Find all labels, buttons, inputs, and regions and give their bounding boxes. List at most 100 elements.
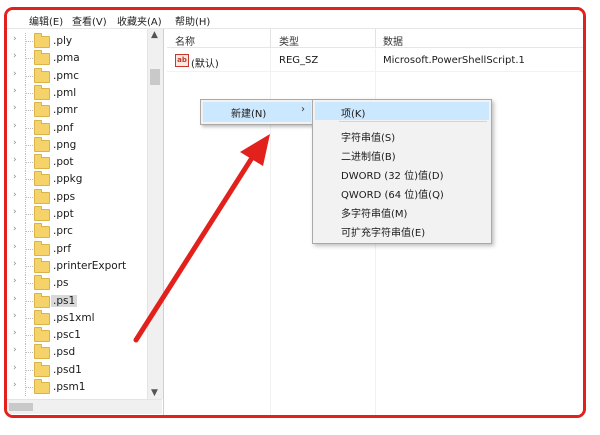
tree-item[interactable]: › .psc1 <box>7 327 147 345</box>
folder-icon <box>34 171 50 187</box>
value-type[interactable]: REG_SZ <box>279 55 318 66</box>
submenu-item-dword[interactable]: DWORD (32 位)值(D) <box>315 164 489 182</box>
expand-chevron-icon[interactable]: › <box>13 311 17 321</box>
scroll-thumb[interactable] <box>150 69 160 85</box>
tree-item[interactable]: › .psd <box>7 344 147 362</box>
tree-item[interactable]: › .printerExport <box>7 257 147 275</box>
tree-item[interactable]: › .prf <box>7 240 147 258</box>
scroll-down-icon[interactable]: ▼ <box>151 388 158 398</box>
tree-connector <box>25 162 33 164</box>
tree-item[interactable]: › .psm1 <box>7 379 147 396</box>
expand-chevron-icon[interactable]: › <box>13 276 17 286</box>
tree-item[interactable]: › .ply <box>7 33 147 50</box>
submenu-item-key[interactable]: 项(K) <box>315 102 489 120</box>
tree-connector <box>25 75 33 78</box>
scroll-up-icon[interactable]: ▲ <box>151 30 158 40</box>
tree-item[interactable]: › .pot <box>7 154 147 172</box>
tree-connector <box>25 248 33 251</box>
value-data[interactable]: Microsoft.PowerShellScript.1 <box>383 55 525 66</box>
expand-chevron-icon[interactable]: › <box>13 172 17 182</box>
column-divider[interactable] <box>375 29 376 47</box>
reg-string-icon: ab <box>175 54 189 67</box>
folder-icon <box>34 206 50 221</box>
expand-chevron-icon[interactable]: › <box>13 155 17 165</box>
tree-item[interactable]: › .ppkg <box>7 171 147 189</box>
tree-item-label: .pmc <box>53 69 80 82</box>
tree-item-label: .psm1 <box>53 381 86 393</box>
submenu-item-multi-string[interactable]: 多字符串值(M) <box>315 202 489 220</box>
folder-icon <box>34 292 50 308</box>
hscroll-thumb[interactable] <box>9 403 33 411</box>
header-divider <box>167 47 583 48</box>
folder-icon <box>34 154 50 170</box>
expand-chevron-icon[interactable]: › <box>13 138 17 148</box>
tree-item-label: .psd <box>53 346 76 359</box>
tree-item-label: .pps <box>53 190 76 203</box>
menu-view[interactable]: 查看(V) <box>72 13 107 28</box>
tree-item-label: .ply <box>53 35 73 47</box>
expand-chevron-icon[interactable]: › <box>13 363 17 373</box>
tree-connector <box>25 231 33 233</box>
tree-item[interactable]: › .pma <box>7 50 147 68</box>
submenu-item-binary[interactable]: 二进制值(B) <box>315 145 489 163</box>
tree-item[interactable]: › .ps <box>7 275 147 293</box>
folder-icon <box>34 188 50 204</box>
tree-item[interactable]: › .ppt <box>7 206 147 223</box>
tree-item-label: .prc <box>53 225 73 238</box>
expand-chevron-icon[interactable]: › <box>13 345 17 355</box>
menu-item-new[interactable]: 新建(N) › <box>203 102 311 122</box>
tree-item-label: .ps1 <box>51 294 78 307</box>
menu-help[interactable]: 帮助(H) <box>175 13 210 28</box>
expand-chevron-icon[interactable]: › <box>13 242 17 252</box>
tree-item[interactable]: › .prc <box>7 223 147 241</box>
folder-icon <box>34 327 50 343</box>
column-type-header[interactable]: 类型 <box>279 33 299 48</box>
menu-bar: 编辑(E) 查看(V) 收藏夹(A) 帮助(H) <box>7 10 583 29</box>
folder-icon <box>34 84 50 100</box>
tree-connector <box>25 214 33 216</box>
column-data-header[interactable]: 数据 <box>383 33 403 48</box>
folder-icon <box>34 361 50 377</box>
column-divider[interactable] <box>270 29 271 47</box>
tree-item-label: .png <box>53 138 77 151</box>
submenu-item-string[interactable]: 字符串值(S) <box>315 126 489 144</box>
tree-item[interactable]: › .pmc <box>7 67 147 85</box>
tree-item[interactable]: › .png <box>7 136 147 154</box>
submenu-item-expandable-string[interactable]: 可扩充字符串值(E) <box>315 221 489 239</box>
column-name-header[interactable]: 名称 <box>175 33 195 48</box>
expand-chevron-icon[interactable]: › <box>13 190 17 200</box>
expand-chevron-icon[interactable]: › <box>13 224 17 234</box>
tree-item[interactable]: › .pps <box>7 188 147 206</box>
tree-item[interactable]: › .pnf <box>7 119 147 137</box>
folder-icon <box>34 240 50 256</box>
folder-icon <box>34 344 50 360</box>
expand-chevron-icon[interactable]: › <box>13 69 17 79</box>
expand-chevron-icon[interactable]: › <box>13 294 17 304</box>
folder-icon <box>34 275 50 291</box>
value-name[interactable]: (默认) <box>191 55 219 70</box>
submenu-item-qword[interactable]: QWORD (64 位)值(Q) <box>315 183 489 201</box>
tree-horizontal-scrollbar[interactable] <box>7 399 162 414</box>
expand-chevron-icon[interactable]: › <box>13 259 17 269</box>
menu-favorites[interactable]: 收藏夹(A) <box>117 13 162 28</box>
new-submenu: 项(K) 字符串值(S) 二进制值(B) DWORD (32 位)值(D) QW… <box>312 99 492 244</box>
tree-vertical-scrollbar[interactable]: ▲ ▼ <box>147 29 163 399</box>
folder-icon <box>34 67 50 83</box>
expand-chevron-icon[interactable]: › <box>13 380 17 390</box>
expand-chevron-icon[interactable]: › <box>13 34 17 44</box>
tree-item[interactable]: › .ps1 <box>7 292 147 310</box>
tree-item[interactable]: › .pmr <box>7 102 147 120</box>
expand-chevron-icon[interactable]: › <box>13 121 17 131</box>
expand-chevron-icon[interactable]: › <box>13 103 17 113</box>
folder-icon <box>34 102 50 118</box>
tree-connector <box>25 110 33 112</box>
expand-chevron-icon[interactable]: › <box>13 328 17 338</box>
tree-item[interactable]: › .psd1 <box>7 361 147 379</box>
tree-item-label: .pmr <box>53 104 78 117</box>
expand-chevron-icon[interactable]: › <box>13 207 17 217</box>
expand-chevron-icon[interactable]: › <box>13 51 17 61</box>
tree-item[interactable]: › .pml <box>7 84 147 102</box>
tree-item[interactable]: › .ps1xml <box>7 309 147 327</box>
expand-chevron-icon[interactable]: › <box>13 86 17 96</box>
menu-edit[interactable]: 编辑(E) <box>29 13 63 28</box>
